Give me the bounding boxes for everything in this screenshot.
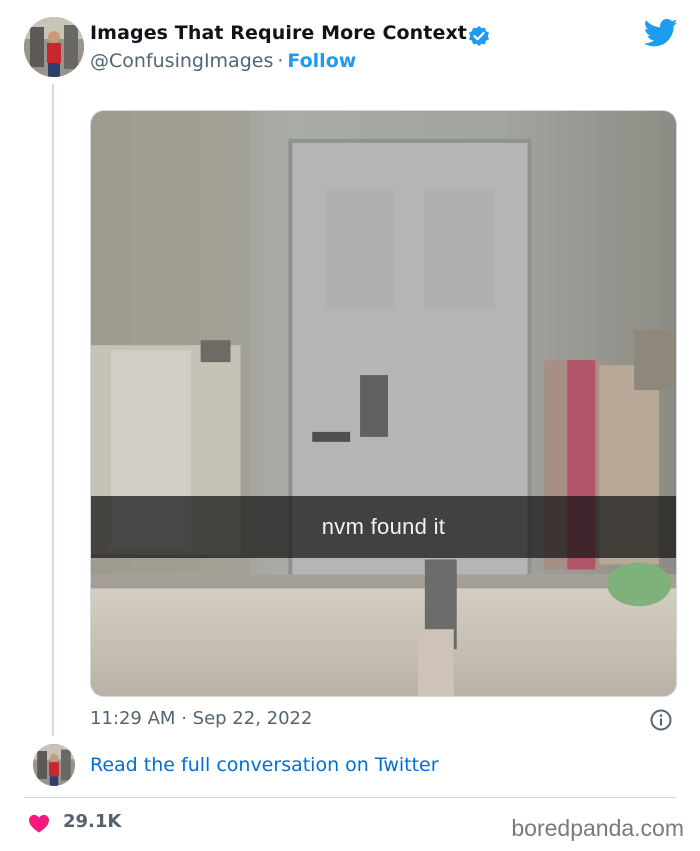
tweet-timestamp[interactable]: 11:29 AM · Sep 22, 2022 (90, 708, 312, 729)
author-handle[interactable]: @ConfusingImages (90, 50, 273, 72)
follow-button[interactable]: Follow (287, 50, 356, 72)
author-handle-row: @ConfusingImages · Follow (90, 50, 356, 72)
tweet-media-image[interactable]: nvm found it (90, 110, 677, 697)
avatar-image (24, 17, 84, 77)
info-icon[interactable] (650, 709, 672, 731)
tweet-time: 11:29 AM (90, 708, 176, 729)
heart-icon[interactable] (28, 813, 50, 833)
author-avatar-small[interactable] (33, 744, 75, 786)
media-caption: nvm found it (321, 514, 446, 539)
tweet-date: Sep 22, 2022 (192, 708, 313, 729)
thread-line (52, 84, 54, 736)
boredpanda-watermark: boredpanda.com (511, 815, 684, 841)
separator-dot: · (277, 50, 284, 72)
avatar-image-small (33, 744, 75, 786)
timestamp-separator: · (181, 708, 187, 729)
twitter-bird-icon[interactable] (644, 18, 678, 48)
bathroom-photo (91, 111, 676, 696)
verified-badge-icon (469, 26, 489, 46)
author-avatar[interactable] (24, 17, 84, 77)
read-full-conversation-link[interactable]: Read the full conversation on Twitter (90, 754, 439, 776)
footer-divider (24, 797, 676, 798)
author-display-name[interactable]: Images That Require More Context (90, 22, 467, 44)
like-count: 29.1K (63, 811, 122, 832)
